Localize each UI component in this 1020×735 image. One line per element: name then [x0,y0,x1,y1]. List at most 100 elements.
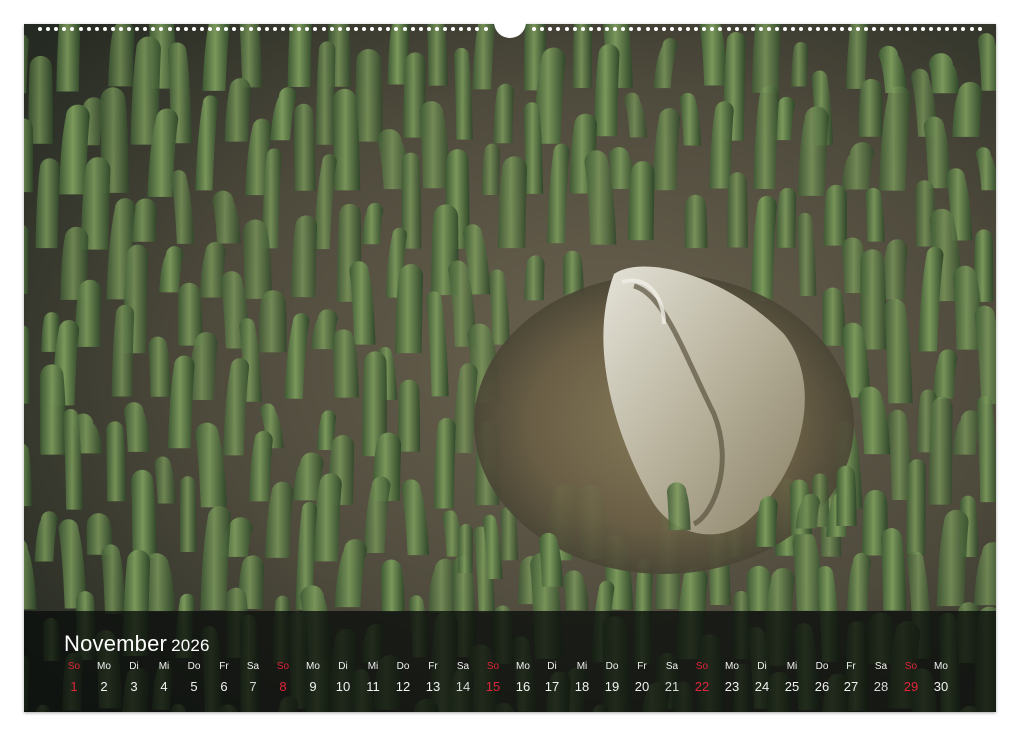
day-number: 14 [455,679,471,694]
tentacle [294,103,316,191]
tentacle [131,469,157,559]
tentacle [56,24,81,92]
day-number: 27 [843,679,859,694]
tentacle [836,465,857,527]
photo-anemone-shell [24,24,996,712]
weekday-label: Mi [786,661,798,672]
day-number: 12 [395,679,411,694]
weekday-label: Mo [725,661,739,672]
tentacle [333,88,361,191]
tentacle [822,287,846,346]
day-number: 8 [279,679,287,694]
day-number: 9 [309,679,317,694]
day-row: So 1 Mo 2 Di 3 Mi 4 Do 5 Fr 6 Sa 7 So 8 Mo 9 Di 10 Mi 11 Do 12 F… [64,661,994,706]
calendar-band: November 2026 So 1 Mo 2 Di 3 Mi 4 Do 5 Fr 6 Sa 7 So 8 Mo 9… [24,611,996,712]
day-number: 18 [574,679,590,694]
weekday-label: Fr [846,661,856,672]
weekday-label: Mo [516,661,530,672]
weekday-label: Di [547,661,557,672]
weekday-label: Mo [306,661,320,672]
day-number: 16 [515,679,531,694]
month-name: November [64,631,168,656]
weekday-label: Fr [219,661,229,672]
weekday-label: Di [129,661,139,672]
weekday-label: Di [338,661,348,672]
weekday-label: Di [757,661,767,672]
day-number: 5 [190,679,198,694]
day-number: 30 [933,679,949,694]
month-title: November 2026 [64,631,210,657]
day-number: 6 [220,679,228,694]
day-number: 25 [784,679,800,694]
tentacle [397,379,421,452]
tentacle [287,24,312,87]
weekday-label: So [276,661,290,672]
weekday-label: Fr [637,661,647,672]
day-number: 15 [485,679,501,694]
tentacle [727,172,748,248]
tentacle [524,255,545,301]
weekday-label: Sa [246,661,260,672]
day-number: 11 [366,679,380,694]
tentacle [497,156,527,249]
tentacle [24,225,29,295]
tentacle [380,559,405,612]
tentacle [106,421,126,502]
tentacle [563,250,584,295]
day-number: 10 [335,679,351,694]
day-number: 1 [70,679,78,694]
weekday-label: Sa [665,661,679,672]
tentacle [684,194,708,249]
day-number: 29 [903,679,919,694]
weekday-label: Do [605,661,619,672]
weekday-label: So [695,661,709,672]
weekday-label: Do [815,661,829,672]
weekday-label: Do [396,661,410,672]
weekday-label: So [486,661,500,672]
tentacle [906,459,926,555]
month-year: 2026 [171,636,210,655]
weekday-label: Sa [456,661,470,672]
weekday-label: Mo [934,661,948,672]
weekday-label: Mi [576,661,588,672]
tentacle [572,24,593,88]
tentacle [355,48,383,142]
weekday-label: Sa [874,661,888,672]
day-number: 13 [425,679,441,694]
weekday-label: Fr [428,661,438,672]
day-number: 17 [544,679,560,694]
tentacle [823,184,847,246]
tentacle [427,24,448,86]
tentacle [457,523,473,574]
day-number: 26 [814,679,830,694]
weekday-label: Mi [367,661,379,672]
day-number: 19 [604,679,620,694]
tentacle [860,249,887,350]
tentacle [24,118,33,193]
weekday-label: So [904,661,918,672]
day-number: 23 [724,679,740,694]
tentacle [394,264,424,354]
day-number: 7 [249,679,257,694]
tentacle [776,187,797,248]
tentacle [627,161,655,241]
tentacle [258,290,287,353]
day-number: 22 [694,679,710,694]
day-number: 2 [100,679,108,694]
weekday-label: Mi [158,661,170,672]
day-number: 3 [130,679,138,694]
tentacle [928,396,953,505]
tentacle [40,364,67,455]
day-number: 4 [160,679,168,694]
day-number: 21 [664,679,680,694]
calendar-page: November 2026 So 1 Mo 2 Di 3 Mi 4 Do 5 Fr 6 Sa 7 So 8 Mo 9… [24,24,996,712]
weekday-label: Do [187,661,201,672]
tentacle [858,78,883,137]
day-number: 24 [754,679,770,694]
tentacle [179,476,197,553]
weekday-label: So [67,661,81,672]
day-number: 20 [634,679,650,694]
tentacle [315,41,336,145]
tentacle [751,24,781,93]
weekday-label: Mo [97,661,111,672]
